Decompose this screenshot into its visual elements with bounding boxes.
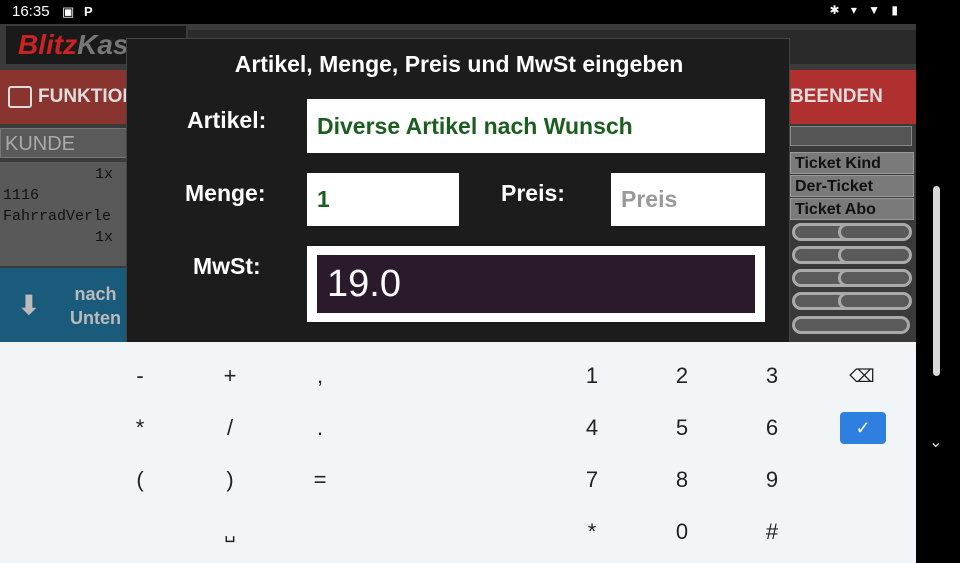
list-item-qty: 1x: [94, 229, 113, 246]
product-button[interactable]: [838, 292, 912, 310]
menge-field[interactable]: 1: [307, 173, 459, 226]
key-9[interactable]: 9: [742, 460, 802, 500]
clock: 16:35: [12, 3, 50, 20]
menge-label: Menge:: [185, 180, 266, 206]
key-4[interactable]: 4: [562, 408, 622, 448]
key-0[interactable]: 0: [652, 512, 712, 552]
mwst-field[interactable]: 19.0: [307, 246, 765, 322]
mwst-value: 19.0: [317, 255, 755, 313]
key-equals[interactable]: =: [290, 460, 350, 500]
key-7[interactable]: 7: [562, 460, 622, 500]
numeric-keyboard: - + , 1 2 3 ⌫ * / . 4 5 6 ✓ ( ) = 7 8 9 …: [0, 342, 916, 563]
status-bar: 16:35 ▣ P ✱ ▾ ▼ ▮: [0, 0, 960, 24]
list-item-code: 1116: [3, 187, 40, 204]
key-asterisk-2[interactable]: *: [562, 512, 622, 552]
list-item-qty: 1x: [94, 166, 113, 183]
logo-text-blitz: Blitz: [18, 29, 78, 60]
preis-label: Preis:: [501, 180, 565, 206]
preis-placeholder: Preis: [621, 186, 678, 212]
beenden-button[interactable]: BEENDEN: [790, 70, 916, 124]
key-close-paren[interactable]: ): [200, 460, 260, 500]
arrow-down-icon: ⬇: [18, 290, 40, 320]
artikel-field[interactable]: Diverse Artikel nach Wunsch: [307, 99, 765, 153]
dialog-title: Artikel, Menge, Preis und MwSt eingeben: [234, 51, 684, 77]
product-button[interactable]: [792, 316, 910, 334]
beenden-label: BEENDEN: [790, 86, 883, 107]
key-5[interactable]: 5: [652, 408, 712, 448]
article-input-dialog: Artikel, Menge, Preis und MwSt eingeben …: [126, 38, 790, 342]
key-hash[interactable]: #: [742, 512, 802, 552]
key-slash[interactable]: /: [200, 408, 260, 448]
space-key-icon[interactable]: ␣: [200, 512, 260, 552]
key-minus[interactable]: -: [110, 356, 170, 396]
preis-field[interactable]: Preis: [611, 173, 765, 226]
nav-down-line1: nach: [74, 284, 117, 304]
key-period[interactable]: .: [290, 408, 350, 448]
key-1[interactable]: 1: [562, 356, 622, 396]
ticket-button[interactable]: Der-Ticket: [790, 175, 914, 197]
receipt-list: 1x 1116 FahrradVerle 1x: [0, 162, 128, 266]
product-button[interactable]: [838, 269, 912, 287]
key-8[interactable]: 8: [652, 460, 712, 500]
system-status-icons: ✱ ▾ ▼ ▮: [829, 3, 902, 17]
key-2[interactable]: 2: [652, 356, 712, 396]
key-6[interactable]: 6: [742, 408, 802, 448]
artikel-label: Artikel:: [187, 107, 267, 133]
list-item-name: FahrradVerle: [3, 208, 112, 225]
mwst-label: MwSt:: [193, 253, 261, 279]
hide-keyboard-icon[interactable]: ⌄: [929, 432, 942, 452]
key-plus[interactable]: +: [200, 356, 260, 396]
menu-icon: [8, 86, 32, 108]
enter-check-icon[interactable]: ✓: [840, 412, 886, 444]
right-dropdown[interactable]: [790, 126, 912, 146]
scrollbar-thumb[interactable]: [933, 186, 940, 376]
key-asterisk[interactable]: *: [110, 408, 170, 448]
key-open-paren[interactable]: (: [110, 460, 170, 500]
parking-icon: P: [84, 4, 93, 19]
key-comma[interactable]: ,: [290, 356, 350, 396]
product-button[interactable]: [838, 246, 912, 264]
menge-value: 1: [317, 186, 330, 212]
key-3[interactable]: 3: [742, 356, 802, 396]
image-icon: ▣: [62, 4, 75, 19]
ticket-button[interactable]: Ticket Kind: [790, 152, 914, 174]
backspace-icon[interactable]: ⌫: [832, 356, 892, 396]
product-button[interactable]: [838, 223, 912, 241]
ticket-button[interactable]: Ticket Abo: [790, 198, 914, 220]
artikel-value: Diverse Artikel nach Wunsch: [317, 112, 633, 139]
nav-down-line2: Unten: [70, 308, 121, 328]
nach-unten-button[interactable]: ⬇ nach Unten: [0, 268, 128, 342]
